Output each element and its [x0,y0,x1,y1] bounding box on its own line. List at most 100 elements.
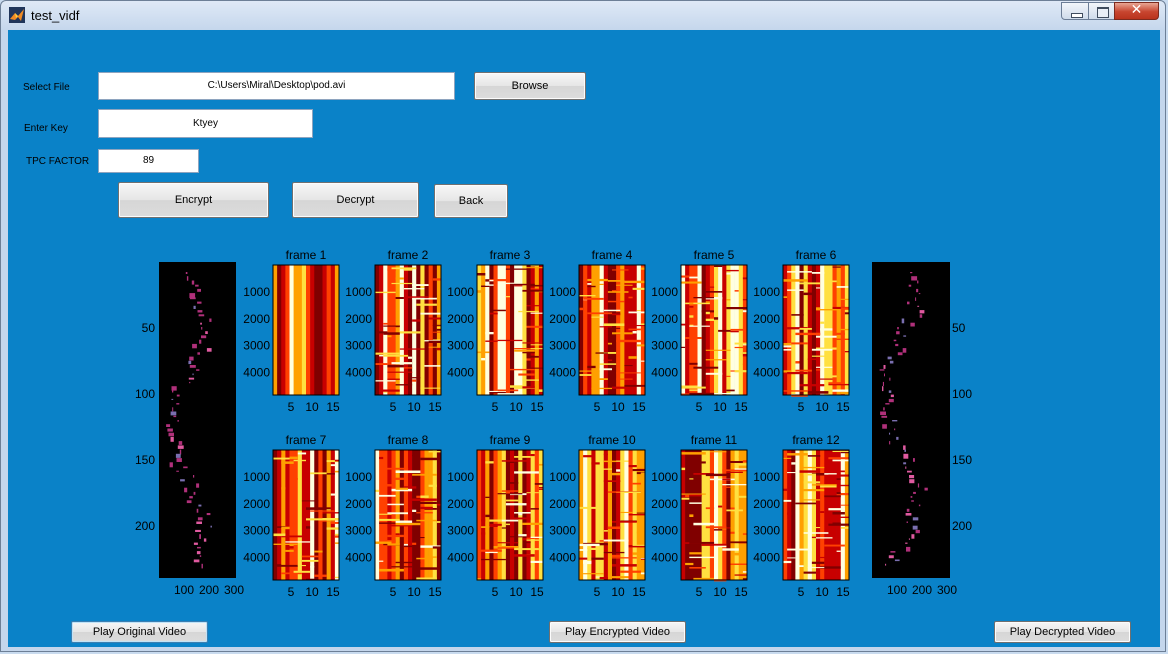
play-decrypted-video-button[interactable]: Play Decrypted Video [994,621,1131,643]
heatmap-stripe [742,571,747,573]
heatmap-stripe [306,526,311,529]
heatmap-stripe [387,378,400,380]
title-bar[interactable]: test_vidf ✕ [1,1,1165,29]
heatmap-stripe [395,533,400,535]
heatmap-column [701,450,707,580]
heatmap-column [301,265,307,395]
heatmap-stripe [844,349,849,351]
heatmap-stripe [787,472,796,474]
x-tick-label: 300 [937,583,957,597]
heatmap-stripe [579,370,600,372]
heatmap-stripe [734,463,747,466]
heatmap-stripe [289,474,294,476]
heatmap-stripe [391,566,413,568]
heatmap-stripe [705,318,715,321]
heatmap-column [803,450,809,580]
heatmap-stripe [391,477,404,480]
image-blob [197,310,203,313]
x-tick-label: 15 [836,400,850,414]
image-blob [197,301,202,304]
heatmap-stripe [803,571,816,574]
x-tick-label: 15 [632,585,646,599]
x-tick-label: 300 [224,583,244,597]
heatmap-stripe [583,455,596,458]
heatmap-stripe [603,530,608,532]
heatmap-stripe [334,496,339,499]
image-blob [171,386,177,391]
heatmap-stripe [632,331,637,334]
minimize-button[interactable] [1061,2,1089,20]
heatmap-stripe [505,523,510,526]
heatmap-stripe [518,513,523,516]
y-tick-label: 2000 [549,497,576,511]
maximize-button[interactable] [1088,2,1115,20]
x-tick-label: 15 [530,585,544,599]
heatmap-stripe [334,459,339,462]
image-blob [167,428,173,432]
heatmap-stripe [681,275,690,278]
image-blob [893,339,897,342]
image-blob [883,407,885,411]
heatmap-stripe [505,491,510,494]
heatmap-column [832,450,837,580]
x-tick-label: 5 [288,400,295,414]
heatmap-stripe [603,460,617,463]
image-blob [189,297,196,300]
play-original-video-button[interactable]: Play Original Video [71,621,208,643]
heatmap-stripe [738,495,748,498]
x-tick-label: 10 [713,585,727,599]
heatmap-column [693,450,698,580]
heatmap-stripe [587,312,613,315]
image-blob [911,500,914,502]
heatmap-stripe [824,544,845,547]
x-tick-label: 200 [199,583,219,597]
heatmap-stripe [840,307,850,310]
heatmap-stripe [726,299,731,301]
heatmap-column [322,265,327,395]
heatmap-stripe [522,386,535,389]
image-blob [896,436,899,440]
heatmap-column [293,450,299,580]
heatmap-stripe [612,554,621,558]
heatmap-column [587,450,592,580]
heatmap-stripe [599,577,608,580]
y-tick-label: 50 [952,321,966,335]
image-blob [209,318,212,322]
y-tick-label: 4000 [753,550,780,564]
heatmap-column [816,265,821,395]
heatmap-stripe [416,519,437,522]
heatmap-stripe [811,348,833,351]
heatmap-stripe [281,487,286,490]
heatmap-column [277,265,282,395]
x-tick-label: 200 [912,583,932,597]
play-encrypted-video-button[interactable]: Play Encrypted Video [549,621,686,643]
heatmap-stripe [685,562,694,566]
y-tick-label: 1000 [345,285,372,299]
image-blob [906,508,910,512]
close-button[interactable]: ✕ [1114,2,1159,20]
image-blob [903,335,907,337]
heatmap-stripe [718,329,731,332]
heatmap-stripe [787,289,804,291]
heatmap-stripe [803,481,821,484]
heatmap-stripe [387,364,404,368]
y-tick-label: 3000 [447,339,474,353]
heatmap-stripe [612,313,621,316]
heatmap-stripe [485,279,490,282]
heatmap-stripe [783,390,808,392]
image-blob [188,360,192,365]
y-tick-label: 2000 [651,312,678,326]
heatmap-stripe [424,365,441,367]
heatmap-column [620,265,625,395]
heatmap-stripe [530,508,539,510]
heatmap-stripe [836,286,849,288]
heatmap-stripe [689,541,715,544]
heatmap-column [289,265,294,395]
heatmap-column [787,450,792,580]
heatmap-column [685,265,690,395]
heatmap-stripe [840,504,850,506]
heatmap-column [811,450,817,580]
heatmap-stripe [420,387,441,389]
matlab-icon [9,7,25,23]
heatmap-stripe [514,285,523,287]
